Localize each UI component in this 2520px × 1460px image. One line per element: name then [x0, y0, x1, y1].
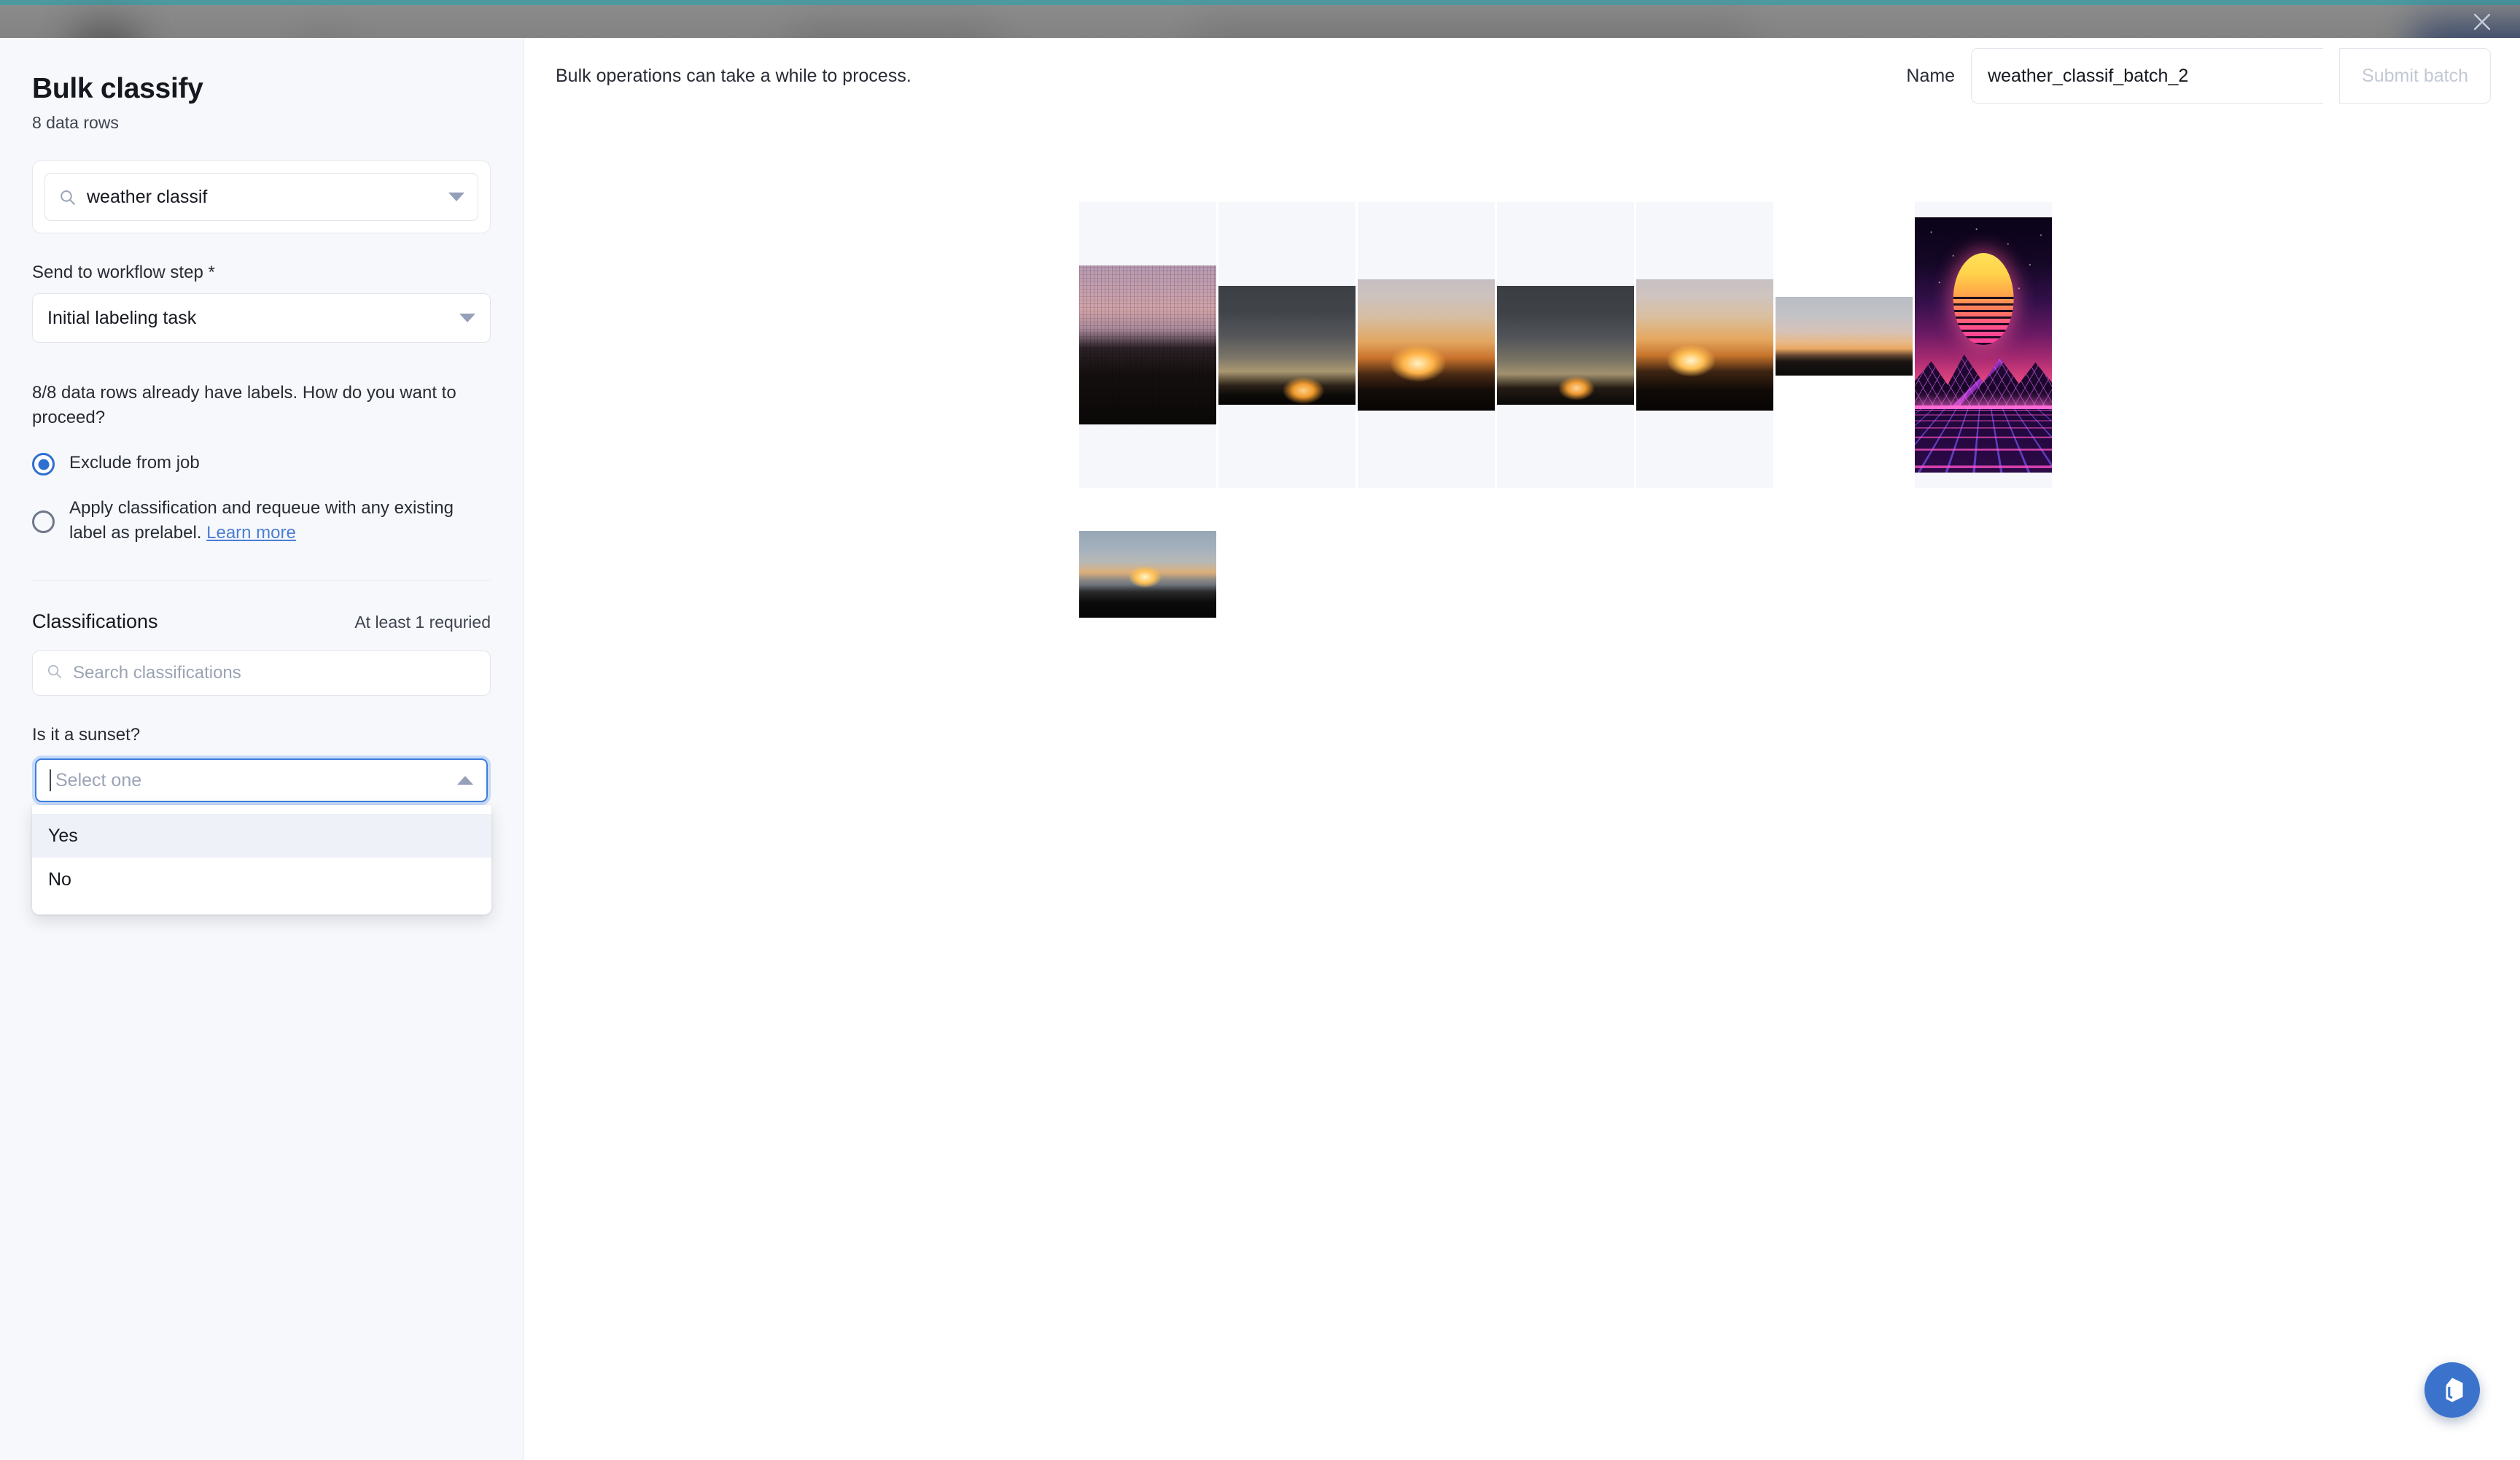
thumbnail-image: [1915, 217, 2052, 473]
proceed-question: 8/8 data rows already have labels. How d…: [32, 383, 456, 428]
ontology-select-value: weather classif: [87, 186, 208, 207]
workflow-step-value: Initial labeling task: [47, 307, 197, 328]
search-icon: [58, 188, 77, 206]
thumbnail-card[interactable]: [1218, 202, 1356, 488]
batch-name-input[interactable]: weather_classif_batch_2: [1971, 48, 2324, 104]
gallery-row: [1079, 202, 2520, 488]
dropdown-option-no[interactable]: No: [32, 858, 491, 901]
classification-question-label: Is it a sunset?: [32, 725, 141, 745]
thumbnail-card[interactable]: [1358, 202, 1495, 488]
radio-indicator-selected: [32, 453, 55, 476]
thumbnail-image: [1079, 265, 1216, 424]
thumbnail-card[interactable]: [1636, 202, 1773, 488]
classification-select-focus-ring: Select one: [32, 756, 491, 806]
bulk-classify-sidebar: Bulk classify 8 data rows weather classi…: [0, 38, 524, 1460]
thumbnail-card[interactable]: [1079, 202, 1216, 488]
bulk-classify-main: Bulk operations can take a while to proc…: [524, 38, 2520, 1460]
data-row-count: 8 data rows: [32, 113, 119, 132]
chevron-down-icon: [448, 193, 464, 201]
chevron-down-icon: [459, 314, 475, 322]
radio-indicator-unselected: [32, 510, 55, 534]
classification-select-input[interactable]: Select one: [35, 758, 488, 803]
workflow-step-select[interactable]: Initial labeling task: [32, 293, 491, 343]
search-classifications-input[interactable]: Search classifications: [32, 651, 491, 696]
thumbnail-card[interactable]: [1079, 488, 1216, 660]
thumbnail-image: [1358, 279, 1495, 411]
learn-more-link[interactable]: Learn more: [206, 523, 296, 543]
thumbnail-image: [1636, 279, 1773, 411]
radio-label: Exclude from job: [69, 453, 200, 473]
radio-option-apply-and-requeue[interactable]: Apply classification and requeue with an…: [32, 496, 491, 545]
thumbnail-image: [1218, 285, 1356, 405]
gallery-row: [1079, 488, 2520, 660]
batch-name-label: Name: [1906, 65, 1956, 86]
thumbnail-card[interactable]: [1776, 202, 1913, 470]
batch-name-group: Name weather_classif_batch_2 Submit batc…: [1906, 48, 2491, 104]
retro-sun: [1953, 253, 2014, 345]
classification-options-dropdown: Yes No: [32, 805, 491, 915]
bulk-classify-modal: Bulk classify 8 data rows weather classi…: [0, 38, 2520, 1460]
classifications-requirement: At least 1 requried: [354, 613, 491, 632]
ontology-select[interactable]: weather classif: [44, 173, 478, 221]
search-classifications-placeholder: Search classifications: [73, 663, 241, 683]
page-title: Bulk classify: [32, 73, 203, 104]
classifications-title: Classifications: [32, 610, 158, 633]
classification-select-placeholder: Select one: [55, 769, 142, 791]
classifications-header: Classifications At least 1 requried: [32, 581, 491, 633]
horizon-glow: [1915, 405, 2052, 409]
text-cursor: [50, 769, 51, 792]
thumbnail-card[interactable]: [1497, 202, 1634, 488]
thumbnail-image: [1079, 530, 1216, 618]
ontology-select-card: weather classif: [32, 160, 491, 233]
close-icon[interactable]: [2463, 3, 2501, 41]
submit-batch-button[interactable]: Submit batch: [2339, 48, 2491, 104]
main-header: Bulk operations can take a while to proc…: [524, 38, 2520, 114]
bulk-operations-note: Bulk operations can take a while to proc…: [556, 65, 911, 86]
thumbnail-image: [1497, 285, 1634, 405]
teal-accent-strip: [0, 0, 2520, 5]
cube-logo-icon[interactable]: [2424, 1362, 2480, 1418]
workflow-step-label: Send to workflow step *: [32, 263, 215, 282]
thumbnail-card[interactable]: [1915, 202, 2052, 488]
radio-label: Apply classification and requeue with an…: [69, 496, 485, 545]
radio-option-exclude-from-job[interactable]: Exclude from job: [32, 451, 491, 476]
perspective-grid-floor: [1915, 408, 2052, 473]
dropdown-option-yes[interactable]: Yes: [32, 814, 491, 858]
thumbnail-gallery: [1079, 202, 2520, 660]
chevron-up-icon: [457, 776, 473, 785]
search-icon: [46, 663, 63, 683]
thumbnail-image: [1776, 297, 1913, 376]
